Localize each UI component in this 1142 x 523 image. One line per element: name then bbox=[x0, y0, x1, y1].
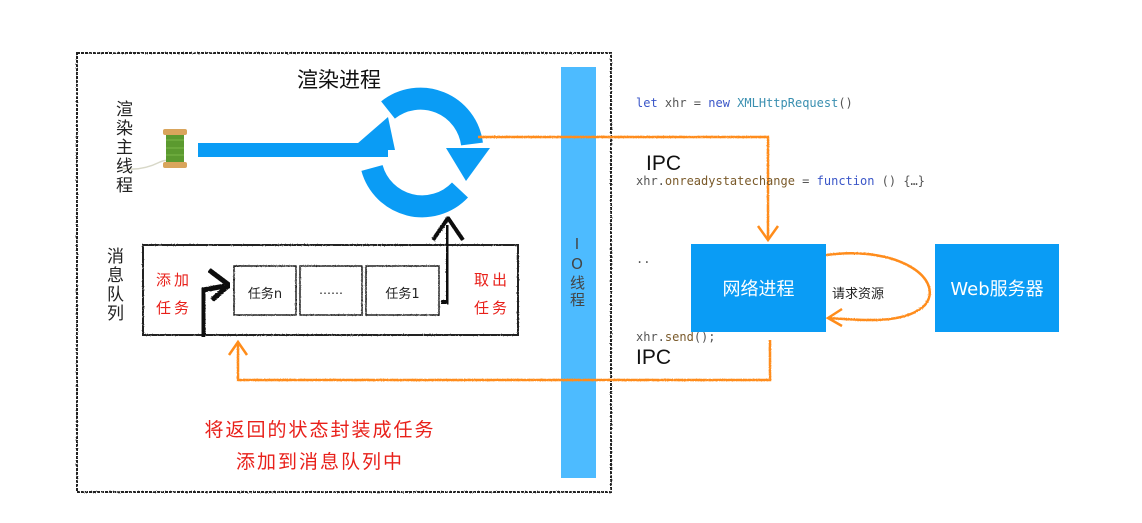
main-thread-label: 渲染主线程 bbox=[112, 100, 132, 195]
ipc-label-top: IPC bbox=[646, 152, 682, 175]
queue-ellipsis-label: …… bbox=[319, 283, 343, 297]
take-task-arrow bbox=[441, 225, 450, 304]
code-token: let bbox=[636, 96, 665, 110]
add-task-label-line: 任务 bbox=[156, 299, 193, 317]
caption: 将返回的状态封装成任务 添加到消息队列中 bbox=[160, 414, 480, 478]
code-line: let xhr = new XMLHttpRequest() bbox=[636, 90, 925, 116]
request-resource-label: 请求资源 bbox=[832, 287, 885, 302]
code-token: () bbox=[838, 96, 853, 110]
take-task-label: 取出 任务 bbox=[474, 266, 510, 322]
network-process-box: 网络进程 bbox=[691, 244, 826, 332]
code-token: xhr. bbox=[636, 174, 665, 188]
caption-line: 将返回的状态封装成任务 bbox=[204, 419, 436, 441]
code-token: () {…} bbox=[874, 174, 926, 188]
code-token: (); bbox=[693, 330, 716, 344]
code-token: XMLHttpRequest bbox=[737, 96, 839, 110]
io-thread-label: IO线程 bbox=[568, 235, 586, 309]
code-token: send bbox=[664, 330, 694, 344]
caption-line: 添加到消息队列中 bbox=[235, 451, 404, 473]
add-task-label: 添加 任务 bbox=[156, 266, 192, 322]
code-token: = bbox=[794, 174, 817, 188]
code-token: xhr. bbox=[636, 330, 665, 344]
code-token: function bbox=[816, 174, 875, 188]
queue-task-1-label: 任务1 bbox=[385, 287, 420, 302]
web-server-label: Web服务器 bbox=[950, 279, 1044, 300]
take-task-label-line: 取出 bbox=[474, 271, 511, 289]
network-process-label: 网络进程 bbox=[722, 279, 795, 300]
cycle-arrowhead-right bbox=[446, 148, 490, 181]
code-token: xhr = bbox=[664, 96, 709, 110]
message-queue-label: 消息队列 bbox=[103, 247, 123, 323]
ipc-label-bottom: IPC bbox=[636, 346, 672, 369]
web-server-box: Web服务器 bbox=[935, 244, 1059, 332]
add-task-label-line: 添加 bbox=[156, 271, 193, 289]
queue-task-n-label: 任务n bbox=[247, 287, 283, 302]
code-token: new bbox=[708, 96, 738, 110]
code-token: onreadystatechange bbox=[664, 174, 795, 188]
render-process-title: 渲染进程 bbox=[297, 68, 381, 92]
cycle-arrowhead-left bbox=[350, 117, 395, 150]
code-token: .. bbox=[636, 252, 651, 266]
take-task-label-line: 任务 bbox=[474, 299, 511, 317]
